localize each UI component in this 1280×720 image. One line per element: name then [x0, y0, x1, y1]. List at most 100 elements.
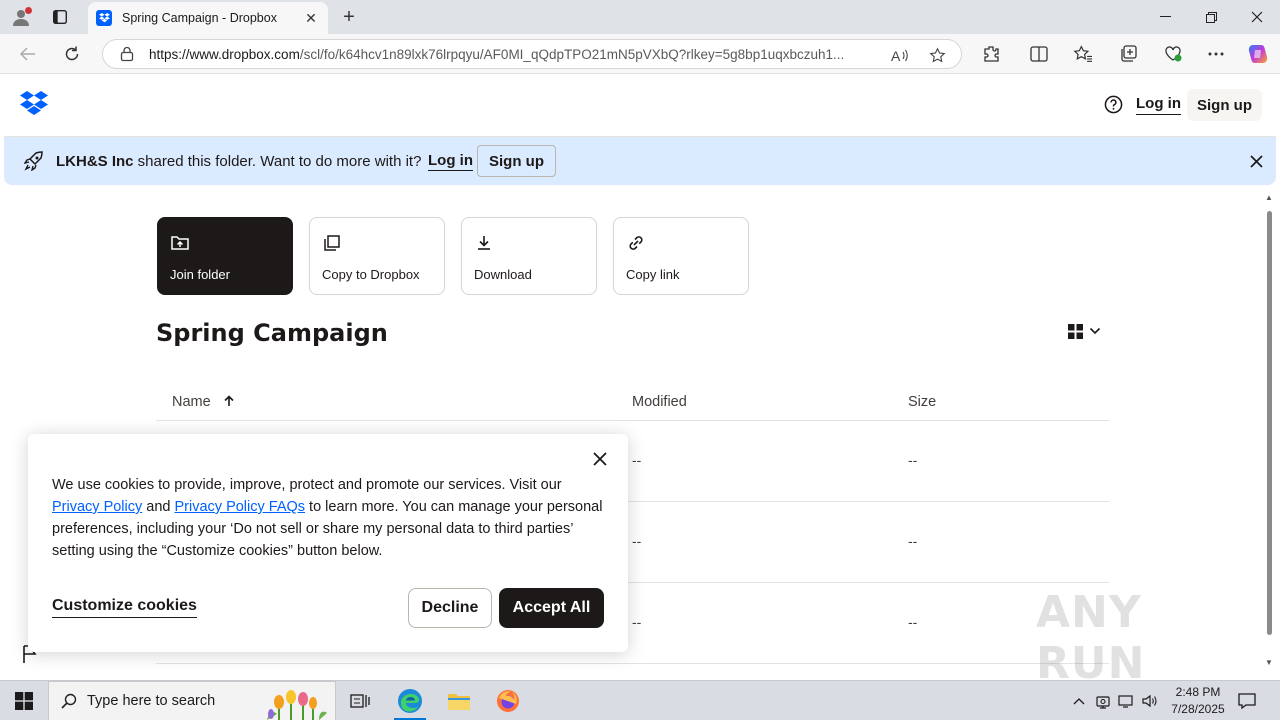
cookie-consent-dialog: We use cookies to provide, improve, prot…	[28, 434, 628, 652]
file-table-header: Name Modified Size	[156, 385, 1109, 421]
dropbox-logo-icon[interactable]	[20, 91, 48, 117]
network-icon	[1118, 695, 1133, 708]
scroll-down-icon[interactable]: ▼	[1263, 658, 1275, 668]
url-path: /scl/fo/k64hcv1n89lxk76lrpqyu/AF0MI_qQdp…	[299, 46, 845, 62]
security-tray-icon[interactable]	[1094, 691, 1112, 711]
banner-close-icon[interactable]	[1246, 151, 1266, 171]
cookie-text: We use cookies to provide, improve, prot…	[52, 474, 612, 562]
task-view-button[interactable]	[336, 681, 384, 720]
refresh-button[interactable]	[56, 40, 88, 68]
active-tab[interactable]: Spring Campaign - Dropbox ✕	[88, 2, 328, 34]
file-explorer-button[interactable]	[435, 681, 483, 720]
customize-cookies-link[interactable]: Customize cookies	[52, 597, 197, 618]
copy-link-label: Copy link	[626, 267, 680, 282]
download-button[interactable]: Download	[461, 217, 597, 295]
size-column-header[interactable]: Size	[908, 394, 936, 410]
site-info-icon[interactable]	[119, 46, 135, 62]
show-hidden-icons[interactable]	[1070, 691, 1088, 711]
grid-view-icon	[1068, 323, 1083, 339]
name-column-header[interactable]: Name	[172, 394, 235, 410]
edge-taskbar-button[interactable]	[386, 681, 434, 720]
sort-ascending-icon	[224, 395, 234, 406]
row-size: --	[908, 533, 918, 549]
shield-icon	[1096, 695, 1110, 709]
shared-folder-banner: LKH&S Inc shared this folder. Want to do…	[4, 137, 1276, 185]
copy-to-dropbox-button[interactable]: Copy to Dropbox	[309, 217, 445, 295]
start-button[interactable]	[0, 681, 48, 720]
extensions-icon[interactable]	[979, 43, 1003, 65]
copy-link-button[interactable]: Copy link	[613, 217, 749, 295]
new-tab-button[interactable]: +	[336, 5, 362, 29]
taskbar-search-placeholder: Type here to search	[87, 693, 216, 709]
help-icon[interactable]	[1104, 95, 1123, 114]
minimize-icon	[1159, 16, 1171, 17]
windows-taskbar: Type here to search 2:48 PM 7/28/2025	[0, 680, 1280, 720]
accept-all-button[interactable]: Accept All	[499, 588, 604, 628]
favorite-star-icon[interactable]	[927, 45, 947, 65]
copilot-icon[interactable]	[1246, 43, 1270, 65]
search-icon	[61, 693, 77, 709]
anyrun-watermark: ANY RUN	[1036, 587, 1146, 689]
tab-title: Spring Campaign - Dropbox	[122, 11, 277, 25]
copy-icon	[324, 235, 340, 251]
more-menu-icon[interactable]	[1204, 43, 1228, 65]
header-signup-button[interactable]: Sign up	[1187, 89, 1262, 121]
favorites-icon[interactable]	[1071, 43, 1095, 65]
banner-signup-button[interactable]: Sign up	[477, 145, 556, 177]
rocket-icon	[24, 151, 43, 171]
close-window-button[interactable]	[1234, 0, 1280, 34]
row-size: --	[908, 614, 918, 630]
windows-logo-icon	[15, 692, 33, 710]
join-folder-icon	[171, 236, 189, 250]
address-bar[interactable]: https://www.dropbox.com/scl/fo/k64hcv1n8…	[102, 39, 962, 69]
notification-icon	[1238, 693, 1256, 710]
edge-icon	[398, 689, 422, 713]
header-login-link[interactable]: Log in	[1136, 95, 1181, 115]
scroll-up-icon[interactable]: ▲	[1263, 193, 1275, 203]
restore-button[interactable]	[1188, 0, 1234, 34]
collections-icon[interactable]	[1116, 43, 1140, 65]
scrollbar-thumb[interactable]	[1267, 211, 1272, 635]
row-size: --	[908, 452, 918, 468]
volume-tray-icon[interactable]	[1141, 691, 1159, 711]
taskbar-clock[interactable]: 2:48 PM 7/28/2025	[1164, 684, 1232, 718]
restore-icon	[1205, 11, 1217, 23]
notifications-button[interactable]	[1236, 690, 1258, 712]
row-modified: --	[632, 533, 642, 549]
modified-column-header[interactable]: Modified	[632, 394, 687, 410]
decline-button[interactable]: Decline	[408, 588, 492, 628]
close-icon	[1251, 11, 1263, 23]
firefox-button[interactable]	[484, 681, 532, 720]
chevron-up-icon	[1073, 698, 1085, 705]
join-folder-label: Join folder	[170, 267, 230, 282]
network-tray-icon[interactable]	[1117, 691, 1135, 711]
taskbar-search-box[interactable]: Type here to search	[48, 681, 336, 720]
speaker-icon	[1142, 694, 1157, 708]
site-header: Log in Sign up	[4, 75, 1276, 137]
copy-to-dropbox-label: Copy to Dropbox	[322, 267, 420, 282]
privacy-policy-link[interactable]: Privacy Policy	[52, 499, 142, 515]
url-text[interactable]: https://www.dropbox.com/scl/fo/k64hcv1n8…	[149, 47, 879, 62]
back-button[interactable]	[12, 40, 44, 68]
view-toggle-button[interactable]	[1068, 322, 1108, 340]
minimize-button[interactable]	[1142, 0, 1188, 34]
cookie-text-2: and	[142, 499, 175, 515]
join-folder-button[interactable]: Join folder	[157, 217, 293, 295]
task-view-icon	[350, 694, 370, 708]
dropbox-favicon-icon	[96, 10, 112, 26]
clock-date: 7/28/2025	[1171, 702, 1225, 716]
firefox-icon	[497, 690, 519, 712]
tab-actions-button[interactable]	[46, 5, 74, 29]
privacy-faqs-link[interactable]: Privacy Policy FAQs	[175, 499, 306, 515]
banner-login-link[interactable]: Log in	[428, 152, 473, 171]
cookie-close-icon[interactable]	[591, 450, 609, 468]
read-aloud-icon[interactable]: A	[889, 45, 909, 65]
close-tab-icon[interactable]: ✕	[300, 7, 322, 29]
name-column-label: Name	[172, 394, 211, 410]
profile-avatar[interactable]	[8, 5, 34, 29]
row-modified: --	[632, 614, 642, 630]
back-arrow-icon	[20, 47, 35, 61]
split-screen-icon[interactable]	[1027, 43, 1051, 65]
folder-title: Spring Campaign	[156, 319, 388, 347]
browser-essentials-icon[interactable]	[1161, 43, 1185, 65]
